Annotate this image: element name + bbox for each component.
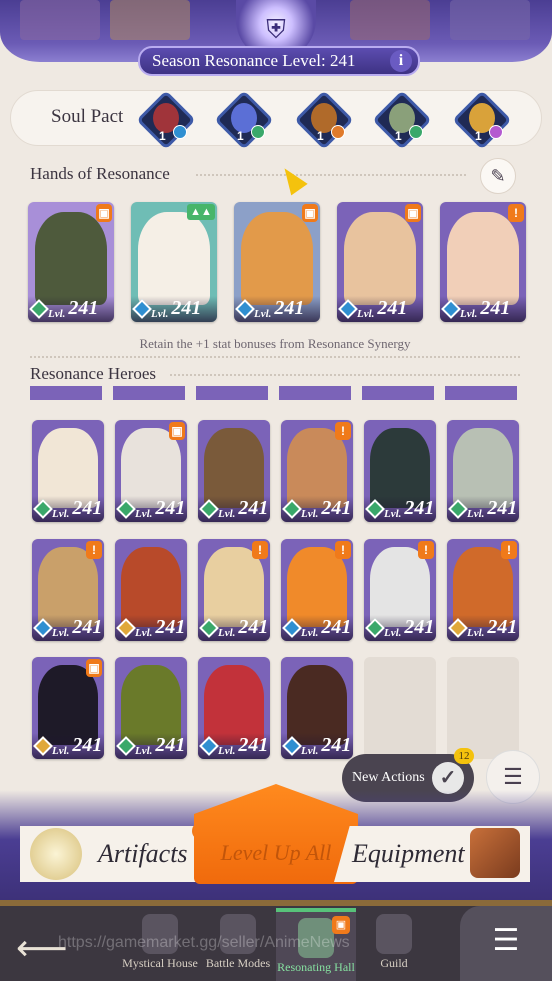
banner-art <box>20 0 100 40</box>
nav-label: Mystical House <box>122 956 198 970</box>
resonance-hero-card[interactable]: Lvl. 241 ▣ <box>32 657 104 759</box>
cursor-pointer-icon <box>276 162 308 196</box>
alert-icon: ! <box>418 541 434 559</box>
resonance-hero-card[interactable]: Lvl. 241 <box>198 657 270 759</box>
hand-hero-card[interactable]: Lvl. 241 ▣ <box>234 202 320 322</box>
new-actions-label: New Actions <box>352 770 425 785</box>
gift-icon: ▣ <box>169 422 185 440</box>
resonance-hero-card[interactable]: Lvl. 241! <box>364 539 436 641</box>
synergy-hint: Retain the +1 stat bonuses from Resonanc… <box>139 336 411 351</box>
soul-pact-slot[interactable]: 1 <box>452 90 512 150</box>
hero-portrait <box>240 211 314 306</box>
divider <box>170 374 520 376</box>
resonance-hero-card[interactable]: Lvl. 241 <box>281 657 353 759</box>
artifact-icon <box>30 828 82 880</box>
divider <box>196 174 466 176</box>
banner-art <box>110 0 190 40</box>
resonance-hero-card[interactable]: Lvl. 241! <box>32 539 104 641</box>
equipment-chest-icon <box>470 828 520 878</box>
faction-icon <box>251 125 265 139</box>
pact-count: 1 <box>237 129 244 143</box>
resonance-hero-card[interactable]: Lvl. 241! <box>281 539 353 641</box>
hand-hero-card[interactable]: Lvl. 241! <box>440 202 526 322</box>
menu-icon[interactable]: ☰ <box>460 906 552 981</box>
hero-portrait <box>343 211 417 306</box>
banner-art <box>450 0 530 40</box>
gift-icon: ▣ <box>302 204 318 222</box>
hero-portrait <box>446 211 520 306</box>
alert-icon: ! <box>335 422 351 440</box>
nav-label: Battle Modes <box>205 956 271 970</box>
faction-icon <box>489 125 503 139</box>
resonance-heroes-title: Resonance Heroes <box>30 364 157 383</box>
resonance-hero-card[interactable]: Lvl. 241! <box>198 539 270 641</box>
scrolled-row-peek <box>30 386 520 400</box>
nav-label: Resonating Hall <box>277 960 355 974</box>
resonance-hero-card[interactable]: Lvl. 241 <box>115 657 187 759</box>
equipment-label: Equipment <box>352 839 465 868</box>
nav-guild[interactable]: Guild <box>354 908 434 981</box>
season-resonance-level[interactable]: Season Resonance Level: 241 i <box>138 46 420 76</box>
faction-icon <box>173 125 187 139</box>
artifacts-label: Artifacts <box>98 839 188 868</box>
resonance-hero-card[interactable]: Lvl. 241 <box>364 420 436 522</box>
resonance-hero-card[interactable]: Lvl. 241 <box>115 539 187 641</box>
equipment-button[interactable]: Equipment <box>334 826 530 882</box>
info-icon[interactable]: i <box>390 50 412 72</box>
hands-of-resonance-title: Hands of Resonance <box>30 164 170 183</box>
pact-count: 1 <box>395 129 402 143</box>
divider <box>30 356 520 358</box>
soul-pact-label: Soul Pact <box>51 106 124 127</box>
resonance-hero-card[interactable]: Lvl. 241! <box>281 420 353 522</box>
alert-icon: ! <box>501 541 517 559</box>
resonance-hero-card[interactable]: Lvl. 241 ▣ <box>115 420 187 522</box>
season-label: Season Resonance Level: 241 <box>152 51 356 70</box>
watermark: https://gamemarket.gg/seller/AnimeNews <box>58 934 350 951</box>
soul-pact-slot[interactable]: 1 <box>372 90 432 150</box>
guild-icon <box>376 914 412 954</box>
faction-icon <box>409 125 423 139</box>
gift-icon: ▣ <box>405 204 421 222</box>
new-actions-count-badge: 12 <box>454 748 474 764</box>
gift-icon: ▣ <box>86 659 102 677</box>
gift-icon: ▣ <box>96 204 112 222</box>
pact-count: 1 <box>317 129 324 143</box>
resonance-hero-card[interactable]: Lvl. 241 <box>32 420 104 522</box>
pact-count: 1 <box>475 129 482 143</box>
resonance-hero-card[interactable]: Lvl. 241 <box>198 420 270 522</box>
hero-portrait <box>137 211 211 306</box>
alert-icon: ! <box>508 204 524 222</box>
hero-portrait <box>34 211 108 306</box>
alert-icon: ! <box>252 541 268 559</box>
alert-icon: ! <box>86 541 102 559</box>
empty-hero-slot <box>447 657 519 759</box>
resonance-hero-card[interactable]: Lvl. 241 <box>447 420 519 522</box>
empty-hero-slot <box>364 657 436 759</box>
hand-hero-card[interactable]: Lvl. 241 ▲▲ <box>131 202 217 322</box>
artifacts-button[interactable]: Artifacts <box>20 826 216 882</box>
banner-art <box>350 0 430 40</box>
nav-label: Guild <box>380 956 408 970</box>
soul-pact-slot[interactable]: 1 <box>136 90 196 150</box>
soul-pact-slot[interactable]: 1 <box>214 90 274 150</box>
faction-icon <box>331 125 345 139</box>
hand-hero-card[interactable]: Lvl. 241 ▣ <box>337 202 423 322</box>
soul-pact-slot[interactable]: 1 <box>294 90 354 150</box>
resonance-hero-card[interactable]: Lvl. 241! <box>447 539 519 641</box>
quill-icon[interactable]: ✎ <box>480 158 516 194</box>
gift-icon: ▣ <box>332 916 350 934</box>
soul-pact-bar: Soul Pact 1 1 1 1 1 <box>10 90 542 150</box>
upgrade-arrows-icon: ▲▲ <box>187 204 215 220</box>
alert-icon: ! <box>335 541 351 559</box>
hand-hero-card[interactable]: Lvl. 241 ▣ <box>28 202 114 322</box>
pact-count: 1 <box>159 129 166 143</box>
